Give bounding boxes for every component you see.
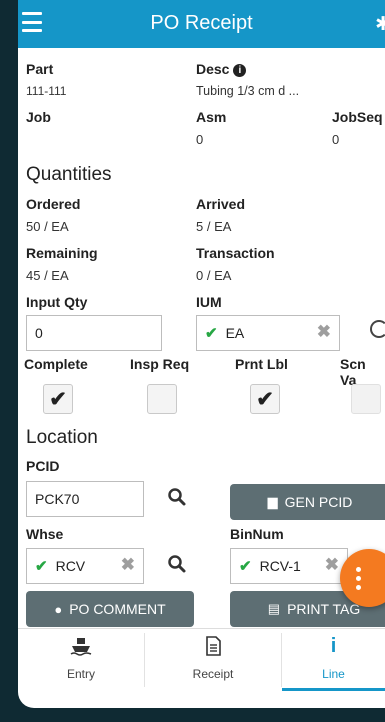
- po-comment-label: PO COMMENT: [69, 601, 166, 617]
- page-title: PO Receipt: [150, 12, 253, 34]
- pcid-value: PCK70: [35, 491, 80, 507]
- job-label: Job: [26, 109, 51, 125]
- valid-check-icon: ✔: [205, 325, 218, 342]
- tab-entry-label: Entry: [66, 667, 95, 681]
- transaction-value: 0 / EA: [196, 268, 232, 283]
- po-comment-button[interactable]: ● PO COMMENT: [26, 591, 194, 627]
- transaction-label: Transaction: [196, 245, 275, 261]
- gen-pcid-button[interactable]: ▆ GEN PCID: [230, 484, 385, 520]
- part-label: Part: [26, 61, 54, 77]
- part-value: 111-111: [26, 84, 67, 98]
- quantities-section-title: Quantities: [26, 164, 112, 185]
- app-screen: PO Receipt ✱ Part 111-111 Desc i Tubing …: [18, 0, 385, 708]
- insp-req-label: Insp Req: [130, 356, 190, 372]
- prnt-lbl-label: Prnt Lbl: [235, 356, 288, 372]
- insp-req-checkbox[interactable]: [147, 384, 177, 414]
- desc-label: Desc i: [196, 61, 247, 77]
- archive-icon: ▆: [267, 494, 278, 509]
- complete-checkbox[interactable]: ✔: [43, 384, 73, 414]
- whse-value: RCV: [55, 558, 86, 574]
- tab-line-label: Line: [322, 667, 345, 681]
- arrived-label: Arrived: [196, 196, 246, 212]
- desc-value: Tubing 1/3 cm d ...: [196, 84, 300, 98]
- clear-x-icon[interactable]: ✖: [317, 322, 331, 342]
- search-icon[interactable]: [167, 554, 187, 574]
- complete-label: Complete: [24, 356, 88, 372]
- whse-label: Whse: [26, 526, 64, 542]
- input-qty-value: 0: [35, 325, 43, 341]
- pcid-label: PCID: [26, 458, 60, 474]
- whse-field[interactable]: ✔ RCV ✖: [26, 548, 144, 584]
- tab-receipt-label: Receipt: [192, 667, 234, 681]
- binnum-label: BinNum: [230, 526, 284, 542]
- ship-icon: [18, 635, 144, 657]
- info-circle-icon[interactable]: i: [233, 64, 247, 77]
- gear-icon[interactable]: ✱: [375, 13, 385, 36]
- ordered-value: 50 / EA: [26, 219, 69, 234]
- jobseq-value: 0: [332, 132, 340, 147]
- arrived-value: 5 / EA: [196, 219, 232, 234]
- clear-x-icon[interactable]: ✖: [325, 555, 339, 575]
- remaining-value: 45 / EA: [26, 268, 69, 283]
- receipt-icon: [145, 635, 281, 657]
- comment-icon: ●: [54, 601, 63, 617]
- ium-field[interactable]: ✔ EA ✖: [196, 315, 340, 351]
- gen-pcid-label: GEN PCID: [284, 494, 353, 510]
- binnum-field[interactable]: ✔ RCV-1 ✖: [230, 548, 348, 584]
- ium-label: IUM: [196, 294, 222, 310]
- asm-label: Asm: [196, 109, 227, 125]
- valid-check-icon: ✔: [239, 558, 252, 575]
- asm-value: 0: [196, 132, 204, 147]
- app-header: PO Receipt ✱: [18, 0, 385, 48]
- vertical-dots-icon: [340, 549, 376, 607]
- pcid-field[interactable]: PCK70: [26, 481, 144, 517]
- remaining-label: Remaining: [26, 245, 98, 261]
- input-qty-label: Input Qty: [26, 294, 88, 310]
- printer-icon: ▤: [267, 601, 281, 616]
- info-icon: i: [330, 634, 337, 657]
- jobseq-label: JobSeq: [332, 109, 383, 125]
- ordered-label: Ordered: [26, 196, 81, 212]
- prnt-lbl-checkbox[interactable]: ✔: [250, 384, 280, 414]
- tab-line[interactable]: i Line: [282, 629, 385, 691]
- tab-entry[interactable]: Entry: [18, 629, 144, 691]
- clear-x-icon[interactable]: ✖: [121, 555, 135, 575]
- search-icon[interactable]: [167, 487, 187, 507]
- location-section-title: Location: [26, 427, 98, 448]
- bottom-tab-bar: Entry Receipt i Line: [18, 628, 385, 691]
- ium-value: EA: [225, 325, 245, 341]
- input-qty-field[interactable]: 0: [26, 315, 162, 351]
- more-actions-fab[interactable]: [340, 549, 385, 607]
- valid-check-icon: ✔: [35, 558, 48, 575]
- binnum-value: RCV-1: [259, 558, 301, 574]
- refresh-icon[interactable]: [370, 320, 385, 338]
- scn-val-checkbox[interactable]: [351, 384, 381, 414]
- tab-receipt[interactable]: Receipt: [145, 629, 281, 691]
